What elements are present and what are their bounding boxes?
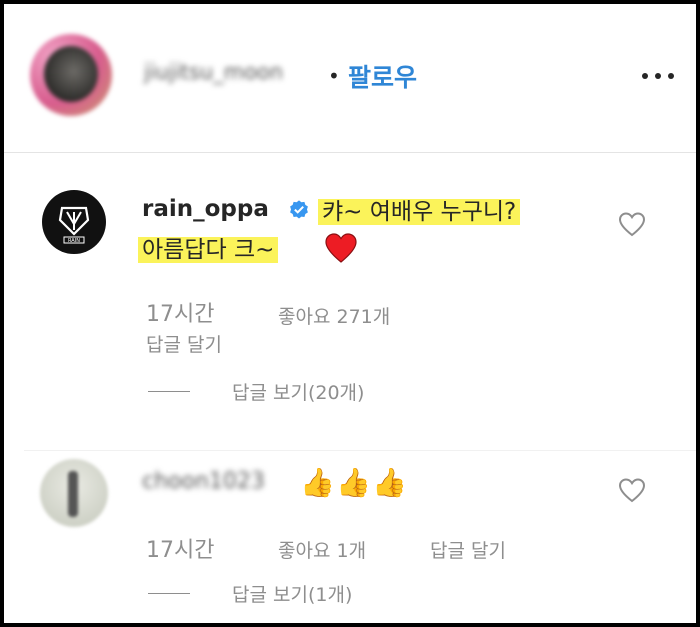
header-divider [4,152,696,153]
thumbs-up-emoji-icon: 👍 [336,466,371,499]
commenter-username-blurred[interactable]: choon1023 [142,469,265,494]
commenter-avatar[interactable] [40,459,108,527]
comment-timestamp: 17시간 [146,302,215,327]
follow-button[interactable]: 팔로우 [348,58,417,94]
author-avatar[interactable] [30,34,112,116]
more-options-icon[interactable] [638,58,678,88]
replies-line [148,391,190,392]
red-heart-emoji-icon [325,233,357,263]
post-header: jiujitsu_moon • 팔로우 [4,4,696,146]
comment-divider [24,450,696,451]
comment-text-line1: 캬~ 여배우 누구니? [318,192,521,226]
comment-text-line2: 아름답다 크~ [138,230,279,264]
comment-timestamp: 17시간 [146,538,215,563]
avatar-badge-text: RAIN [68,238,80,244]
separator-dot: • [328,64,340,88]
like-heart-icon[interactable] [617,210,647,238]
view-replies-button[interactable]: 답글 보기(20개) [232,378,364,405]
highlighted-text: 캬~ 여배우 누구니? [318,199,521,225]
verified-badge-icon [290,200,308,219]
likes-count-button[interactable]: 좋아요 1개 [278,536,366,563]
like-heart-icon[interactable] [617,476,647,504]
instagram-comment-panel: jiujitsu_moon • 팔로우 RAIN rain_oppa 캬~ 여배… [0,0,700,627]
view-replies-button[interactable]: 답글 보기(1개) [232,580,352,607]
commenter-avatar[interactable]: RAIN [42,190,106,254]
reply-button[interactable]: 답글 달기 [430,536,506,563]
highlighted-text: 아름답다 크~ [138,237,279,263]
author-username-blurred[interactable]: jiujitsu_moon [144,60,283,84]
reply-button[interactable]: 답글 달기 [146,330,222,357]
likes-count-button[interactable]: 좋아요 271개 [278,302,390,329]
replies-line [148,593,190,594]
thumbs-up-emoji-icon: 👍 [300,466,335,499]
thumbs-up-emoji-icon: 👍 [372,466,407,499]
commenter-username[interactable]: rain_oppa [142,196,269,222]
